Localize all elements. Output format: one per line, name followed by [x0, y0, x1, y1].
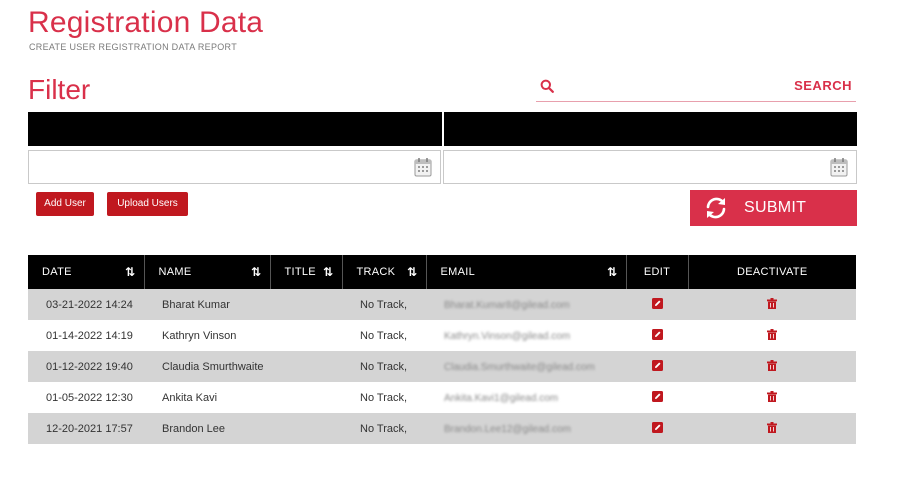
sort-arrows-icon[interactable]: ⇅: [407, 265, 417, 279]
cell-name: Kathryn Vinson: [162, 329, 237, 342]
sort-arrows-icon[interactable]: ⇅: [251, 265, 261, 279]
cell-edit: [626, 289, 688, 320]
cell-date: 03-21-2022 14:24: [46, 298, 133, 311]
cell-email: Bharat.Kumar8@gilead.com: [426, 289, 626, 320]
cell-date: 01-14-2022 14:19: [46, 329, 133, 342]
cell-date: 01-05-2022 12:30: [46, 391, 133, 404]
cell-edit: [626, 413, 688, 444]
cell-track: No Track,: [360, 329, 408, 342]
sort-arrows-icon[interactable]: ⇅: [323, 265, 333, 279]
search-label[interactable]: SEARCH: [794, 78, 852, 93]
page-title: Registration Data: [28, 6, 264, 39]
email-text: Ankita.Kavi1@gilead.com: [444, 392, 559, 404]
filter-header-right: [444, 112, 858, 146]
cell-name: Brandon Lee: [162, 422, 225, 435]
edit-icon[interactable]: [651, 297, 663, 309]
search-bar: SEARCH: [536, 74, 856, 102]
column-header-name[interactable]: NAME ⇅: [144, 255, 271, 289]
cell-email: Ankita.Kavi1@gilead.com: [426, 382, 626, 413]
table-row: 03-21-2022 14:24 Bharat Kumar No Track, …: [28, 289, 856, 320]
edit-icon[interactable]: [651, 390, 663, 402]
trash-icon[interactable]: [767, 297, 777, 309]
table-header-row: DATE ⇅ NAME ⇅ TITLE ⇅ TRACK ⇅ EMAIL ⇅ EDIT DE…: [28, 255, 856, 289]
search-icon[interactable]: [540, 79, 554, 93]
sort-arrows-icon[interactable]: ⇅: [125, 265, 135, 279]
email-text: Kathryn.Vinson@gilead.com: [444, 330, 571, 342]
end-date-field[interactable]: [443, 150, 857, 184]
cell-date: 12-20-2021 17:57: [46, 422, 133, 435]
email-text: Brandon.Lee12@gilead.com: [444, 423, 571, 435]
search-input[interactable]: [562, 76, 792, 98]
table-row: 12-20-2021 17:57 Brandon Lee No Track, B…: [28, 413, 856, 444]
cell-edit: [626, 382, 688, 413]
cell-title: [270, 413, 342, 444]
column-header-date[interactable]: DATE ⇅: [28, 255, 145, 289]
trash-icon[interactable]: [767, 328, 777, 340]
end-date-input[interactable]: [444, 151, 856, 183]
cell-deactivate: [688, 320, 856, 351]
filter-title: Filter: [28, 74, 91, 105]
filter-header-bar: [28, 112, 857, 146]
column-header-deactivate: DEACTIVATE: [737, 266, 808, 278]
email-text: Claudia.Smurthwaite@gilead.com: [444, 361, 595, 373]
upload-users-button[interactable]: Upload Users: [107, 192, 188, 216]
edit-icon[interactable]: [651, 421, 663, 433]
column-header-email[interactable]: EMAIL ⇅: [426, 255, 627, 289]
calendar-icon[interactable]: [830, 157, 848, 177]
cell-edit: [626, 320, 688, 351]
cell-track: No Track,: [360, 360, 408, 373]
table-row: 01-12-2022 19:40 Claudia Smurthwaite No …: [28, 351, 856, 382]
cell-email: Brandon.Lee12@gilead.com: [426, 413, 626, 444]
cell-deactivate: [688, 289, 856, 320]
cell-title: [270, 351, 342, 382]
cell-date: 01-12-2022 19:40: [46, 360, 133, 373]
column-header-title[interactable]: TITLE ⇅: [270, 255, 343, 289]
table-row: 01-05-2022 12:30 Ankita Kavi No Track, A…: [28, 382, 856, 413]
submit-button[interactable]: SUBMIT: [690, 190, 857, 226]
trash-icon[interactable]: [767, 359, 777, 371]
submit-label: SUBMIT: [744, 199, 807, 216]
cell-edit: [626, 351, 688, 382]
column-header-track[interactable]: TRACK ⇅: [342, 255, 427, 289]
edit-icon[interactable]: [651, 328, 663, 340]
cell-deactivate: [688, 382, 856, 413]
cell-email: Claudia.Smurthwaite@gilead.com: [426, 351, 626, 382]
trash-icon[interactable]: [767, 390, 777, 402]
page-subtitle: CREATE USER REGISTRATION DATA REPORT: [29, 42, 237, 52]
sort-arrows-icon[interactable]: ⇅: [607, 265, 617, 279]
cell-track: No Track,: [360, 298, 408, 311]
table-row: 01-14-2022 14:19 Kathryn Vinson No Track…: [28, 320, 856, 351]
calendar-icon[interactable]: [414, 157, 432, 177]
start-date-input[interactable]: [29, 151, 440, 183]
trash-icon[interactable]: [767, 421, 777, 433]
column-header-edit: EDIT: [626, 255, 689, 289]
cell-deactivate: [688, 413, 856, 444]
cell-name: Claudia Smurthwaite: [162, 360, 264, 373]
registration-table: DATE ⇅ NAME ⇅ TITLE ⇅ TRACK ⇅ EMAIL ⇅ EDIT DE…: [28, 255, 856, 444]
email-text: Bharat.Kumar8@gilead.com: [444, 299, 570, 311]
cell-name: Ankita Kavi: [162, 391, 218, 404]
cell-title: [270, 320, 342, 351]
add-user-button[interactable]: Add User: [36, 192, 94, 216]
cell-track: No Track,: [360, 391, 408, 404]
edit-icon[interactable]: [651, 359, 663, 371]
cell-title: [270, 382, 342, 413]
refresh-icon: [706, 197, 726, 219]
cell-name: Bharat Kumar: [162, 298, 230, 311]
filter-header-left: [28, 112, 444, 146]
cell-track: No Track,: [360, 422, 408, 435]
cell-deactivate: [688, 351, 856, 382]
cell-title: [270, 289, 342, 320]
cell-email: Kathryn.Vinson@gilead.com: [426, 320, 626, 351]
start-date-field[interactable]: [28, 150, 441, 184]
